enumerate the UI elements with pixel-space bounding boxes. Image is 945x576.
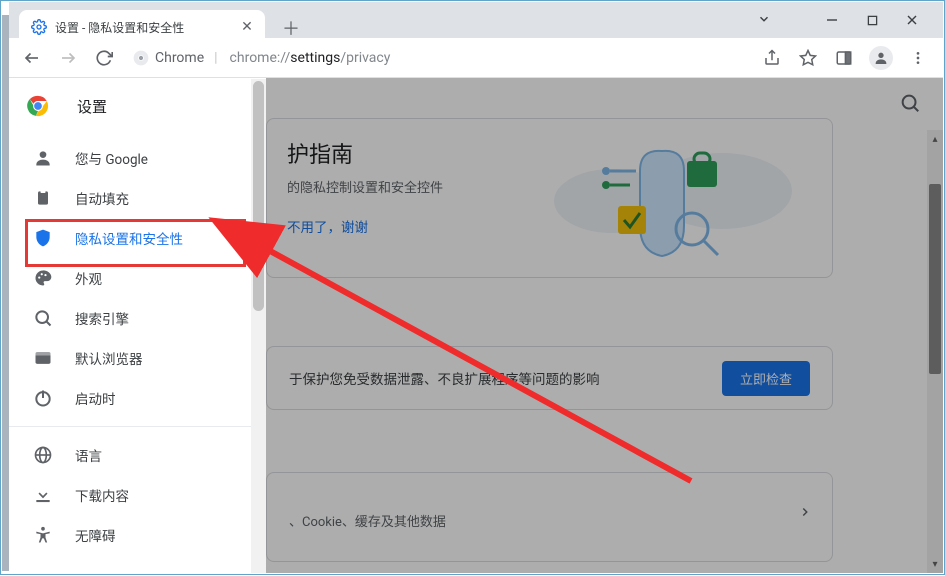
bookmark-star-icon[interactable]	[797, 47, 819, 69]
sidebar-item-label: 搜索引擎	[75, 308, 129, 328]
settings-header	[266, 78, 943, 134]
sidebar-item-downloads[interactable]: 下载内容	[9, 475, 266, 515]
accessibility-icon	[33, 525, 53, 545]
new-tab-button[interactable]: ＋	[279, 16, 303, 40]
sidebar-item-you-and-google[interactable]: 您与 Google	[9, 138, 266, 178]
content-dim-overlay[interactable]: 护指南 的隐私控制设置和安全控件 不用了，谢谢	[266, 78, 943, 573]
guide-subtitle: 的隐私控制设置和安全控件	[287, 177, 812, 196]
sidebar-item-label: 启动时	[75, 388, 116, 408]
sidebar-title: 设置	[77, 96, 107, 117]
sidebar-header: 设置	[9, 78, 266, 134]
safety-check-text: 于保护您免受数据泄露、不良扩展程序等问题的影响	[289, 368, 600, 388]
safety-check-card: 于保护您免受数据泄露、不良扩展程序等问题的影响 立即检查	[266, 346, 833, 410]
power-icon	[33, 388, 53, 408]
search-icon	[33, 308, 53, 328]
tab-strip: 设置 - 隐私设置和安全性 ✕ ＋	[9, 2, 943, 38]
url-text: chrome://settings/privacy	[230, 50, 391, 66]
forward-button[interactable]	[53, 43, 83, 73]
chip-separator: |	[210, 50, 221, 66]
sidebar-item-privacy-security[interactable]: 隐私设置和安全性	[9, 218, 266, 258]
window-close-icon[interactable]	[903, 11, 921, 29]
chevron-right-icon	[798, 505, 812, 523]
search-icon[interactable]	[899, 92, 921, 118]
tabs-overflow-icon[interactable]	[757, 12, 771, 30]
sidebar-item-default-browser[interactable]: 默认浏览器	[9, 338, 266, 378]
sidebar-item-label: 外观	[75, 268, 102, 288]
content-scrollbar[interactable]: ▴ ▾	[927, 130, 943, 573]
sidebar-scroll-thumb[interactable]	[253, 81, 264, 311]
palette-icon	[33, 268, 53, 288]
tab-title: 设置 - 隐私设置和安全性	[55, 19, 231, 36]
person-icon	[33, 148, 53, 168]
sidebar-item-label: 语言	[75, 445, 102, 465]
sidebar-item-autofill[interactable]: 自动填充	[9, 178, 266, 218]
globe-icon	[33, 445, 53, 465]
window-left-edge	[2, 15, 9, 571]
back-button[interactable]	[17, 43, 47, 73]
site-chip: Chrome |	[133, 50, 222, 66]
profile-avatar-icon[interactable]	[869, 46, 893, 70]
privacy-guide-card: 护指南 的隐私控制设置和安全控件 不用了，谢谢	[266, 118, 833, 278]
sidebar-item-appearance[interactable]: 外观	[9, 258, 266, 298]
sidebar-item-label: 默认浏览器	[75, 348, 143, 368]
page-body: 护指南 的隐私控制设置和安全控件 不用了，谢谢	[9, 78, 943, 573]
address-bar[interactable]: Chrome | chrome://settings/privacy	[125, 50, 755, 66]
site-label: Chrome	[155, 50, 204, 66]
clipboard-icon	[33, 188, 53, 208]
tab-close-icon[interactable]: ✕	[239, 19, 255, 35]
toolbar-actions	[761, 46, 935, 70]
sidebar-item-label: 下载内容	[75, 485, 129, 505]
sidebar-item-label: 自动填充	[75, 188, 129, 208]
sidebar-item-search-engine[interactable]: 搜索引擎	[9, 298, 266, 338]
guide-dismiss-link[interactable]: 不用了，谢谢	[287, 216, 812, 236]
sidebar-scrollbar[interactable]	[251, 79, 266, 573]
share-icon[interactable]	[761, 47, 783, 69]
clear-data-subtitle: 、Cookie、缓存及其他数据	[289, 511, 810, 530]
guide-illustration	[542, 131, 792, 261]
gear-icon	[31, 19, 47, 35]
chrome-logo-icon	[27, 95, 49, 117]
sidebar-item-label: 您与 Google	[75, 148, 148, 168]
sidebar-item-accessibility[interactable]: 无障碍	[9, 515, 266, 555]
window-maximize-icon[interactable]	[863, 11, 881, 29]
clear-data-title-placeholder	[289, 491, 810, 507]
clear-data-card[interactable]: 、Cookie、缓存及其他数据	[266, 472, 833, 562]
window-minimize-icon[interactable]	[823, 11, 841, 29]
scroll-up-icon[interactable]: ▴	[927, 130, 943, 148]
sidebar-separator	[9, 426, 266, 427]
sidebar-item-label: 隐私设置和安全性	[75, 228, 183, 248]
safety-check-button[interactable]: 立即检查	[722, 361, 810, 396]
window-controls	[823, 2, 937, 38]
guide-title: 护指南	[287, 137, 812, 169]
chrome-flat-icon	[133, 50, 149, 66]
scroll-thumb[interactable]	[929, 184, 941, 374]
settings-main: 护指南 的隐私控制设置和安全控件 不用了，谢谢	[266, 78, 943, 573]
sidebar-list: 您与 Google 自动填充 隐私设置和安全性 外观 搜索引擎 默认浏览器	[9, 134, 266, 555]
settings-sidebar: 设置 您与 Google 自动填充 隐私设置和安全性 外观 搜索引擎	[9, 78, 266, 573]
browser-window-icon	[33, 348, 53, 368]
sidebar-item-label: 无障碍	[75, 525, 116, 545]
download-icon	[33, 485, 53, 505]
scroll-down-icon[interactable]: ▾	[927, 555, 943, 573]
sidebar-item-languages[interactable]: 语言	[9, 435, 266, 475]
reload-button[interactable]	[89, 43, 119, 73]
kebab-menu-icon[interactable]	[907, 47, 929, 69]
sidebar-item-on-startup[interactable]: 启动时	[9, 378, 266, 418]
shield-icon	[33, 228, 53, 248]
browser-toolbar: Chrome | chrome://settings/privacy	[9, 38, 943, 78]
side-panel-icon[interactable]	[833, 47, 855, 69]
